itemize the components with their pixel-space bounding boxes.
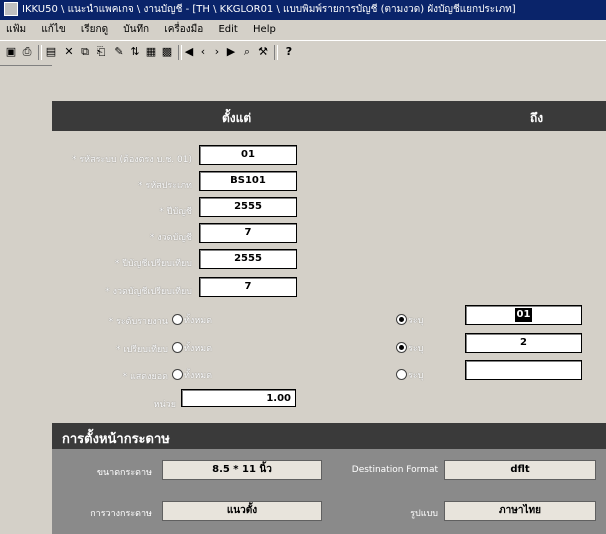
orientation-select[interactable]: แนวตั้ง [162,501,322,521]
report-level-all-radio[interactable] [172,314,183,325]
orientation-label: การวางกระดาษ [90,509,152,519]
compare-input[interactable]: 2 [465,333,582,353]
find-icon[interactable]: ✎ [112,45,126,59]
page-setup-header: การตั้งหน้ากระดาษ [52,423,606,449]
show-balance-specify-text: ระบุ [408,371,424,381]
menu-item-edit-en[interactable]: Edit [212,20,243,40]
report-level-specify-text: ระบุ [408,316,424,326]
type-code-label: * รหัสประเภท [138,181,192,191]
last-record-icon[interactable]: ▶ [224,45,238,59]
query-icon[interactable]: ⌕ [240,45,254,59]
period-input[interactable]: 7 [199,223,297,243]
system-code-input[interactable]: 01 [199,145,297,165]
delete-icon[interactable]: ✕ [62,45,76,59]
compare-label: * เปรียบเทียบ [116,345,168,355]
report-level-all-text: ทั้งหมด [184,316,213,326]
filter-icon[interactable]: ▦ [144,45,158,59]
compare-period-input[interactable]: 7 [199,277,297,297]
compare-year-input[interactable]: 2555 [199,249,297,269]
paste-icon[interactable]: ⎗ [94,45,108,59]
toolbar-separator-3 [274,45,278,60]
help-icon[interactable]: ? [282,45,296,59]
format-select[interactable]: ภาษาไทย [444,501,596,521]
destination-format-select[interactable]: dflt [444,460,596,480]
show-balance-label: * แสดงยอด [122,372,168,382]
show-balance-all-radio[interactable] [172,369,183,380]
report-level-input[interactable]: 01 [465,305,582,325]
next-record-icon[interactable]: › [210,45,224,59]
format-label: รูปแบบ [410,509,438,519]
toolbar: ▣ ⎙ ▤ ✕ ⧉ ⎗ ✎ ⇅ ▦ ▩ ◀ ‹ › ▶ ⌕ ⚒ ? [0,40,606,66]
prev-record-icon[interactable]: ‹ [196,45,210,59]
compare-period-label: * งวดบัญชีเปรียบเทียบ [105,287,192,297]
window-title: IKKU50 \ แนะนำแพคเกจ \ งานบัญชี - [TH \ … [22,4,516,15]
print-icon[interactable]: ⎙ [20,45,34,59]
page-setup-title: การตั้งหน้ากระดาษ [62,432,170,447]
window-titlebar: IKKU50 \ แนะนำแพคเกจ \ งานบัญชี - [TH \ … [0,0,606,20]
menu-item-help[interactable]: Help [247,20,282,40]
sort-icon[interactable]: ⇅ [128,45,142,59]
copy-icon[interactable]: ⧉ [78,45,92,59]
compare-all-text: ทั้งหมด [184,344,213,354]
menu-item-file[interactable]: แฟ้ม [0,20,32,40]
type-code-input[interactable]: BS101 [199,171,297,191]
page-setup-panel: ขนาดกระดาษ 8.5 * 11 นิ้ว Destination For… [52,449,606,534]
show-balance-specify-radio[interactable] [396,369,407,380]
menu-item-edit[interactable]: แก้ไข [35,20,71,40]
show-balance-all-text: ทั้งหมด [184,371,213,381]
report-level-specify-radio[interactable] [396,314,407,325]
app-icon [4,2,18,16]
show-balance-input[interactable] [465,360,582,380]
menu-item-save[interactable]: บันทึก [117,20,155,40]
new-icon[interactable]: ▤ [44,45,58,59]
fiscal-year-input[interactable]: 2555 [199,197,297,217]
save-icon[interactable]: ▣ [4,45,18,59]
toolbar-separator [38,45,42,60]
destination-format-label: Destination Format [351,465,438,475]
grid-icon[interactable]: ▩ [160,45,174,59]
compare-all-radio[interactable] [172,342,183,353]
first-record-icon[interactable]: ◀ [182,45,196,59]
unit-label: หน่วย [153,400,176,410]
paper-size-label: ขนาดกระดาษ [96,468,152,478]
paper-size-select[interactable]: 8.5 * 11 นิ้ว [162,460,322,480]
compare-year-label: * ปีบัญชีเปรียบเทียบ [114,259,192,269]
fiscal-year-label: * ปีบัญชี [159,207,192,217]
system-code-label: * รหัสระบบ (ต้องตรง บ.ช. 01) [71,155,192,165]
report-level-value: 01 [514,308,533,322]
report-level-label: * ระดับรายงาน [108,317,168,327]
compare-specify-radio[interactable] [396,342,407,353]
menu-bar: แฟ้ม แก้ไข เรียกดู บันทึก เครื่องมือ Edi… [0,20,606,40]
menu-item-tools[interactable]: เครื่องมือ [158,20,209,40]
menu-item-view[interactable]: เรียกดู [75,20,114,40]
compare-specify-text: ระบุ [408,344,424,354]
period-label: * งวดบัญชี [149,233,192,243]
range-header: ตั้งแต่ ถึง [52,101,606,131]
tools-icon[interactable]: ⚒ [256,45,270,59]
unit-input[interactable]: 1.00 [181,389,296,407]
header-from: ตั้งแต่ [222,111,252,125]
header-to: ถึง [530,111,544,125]
